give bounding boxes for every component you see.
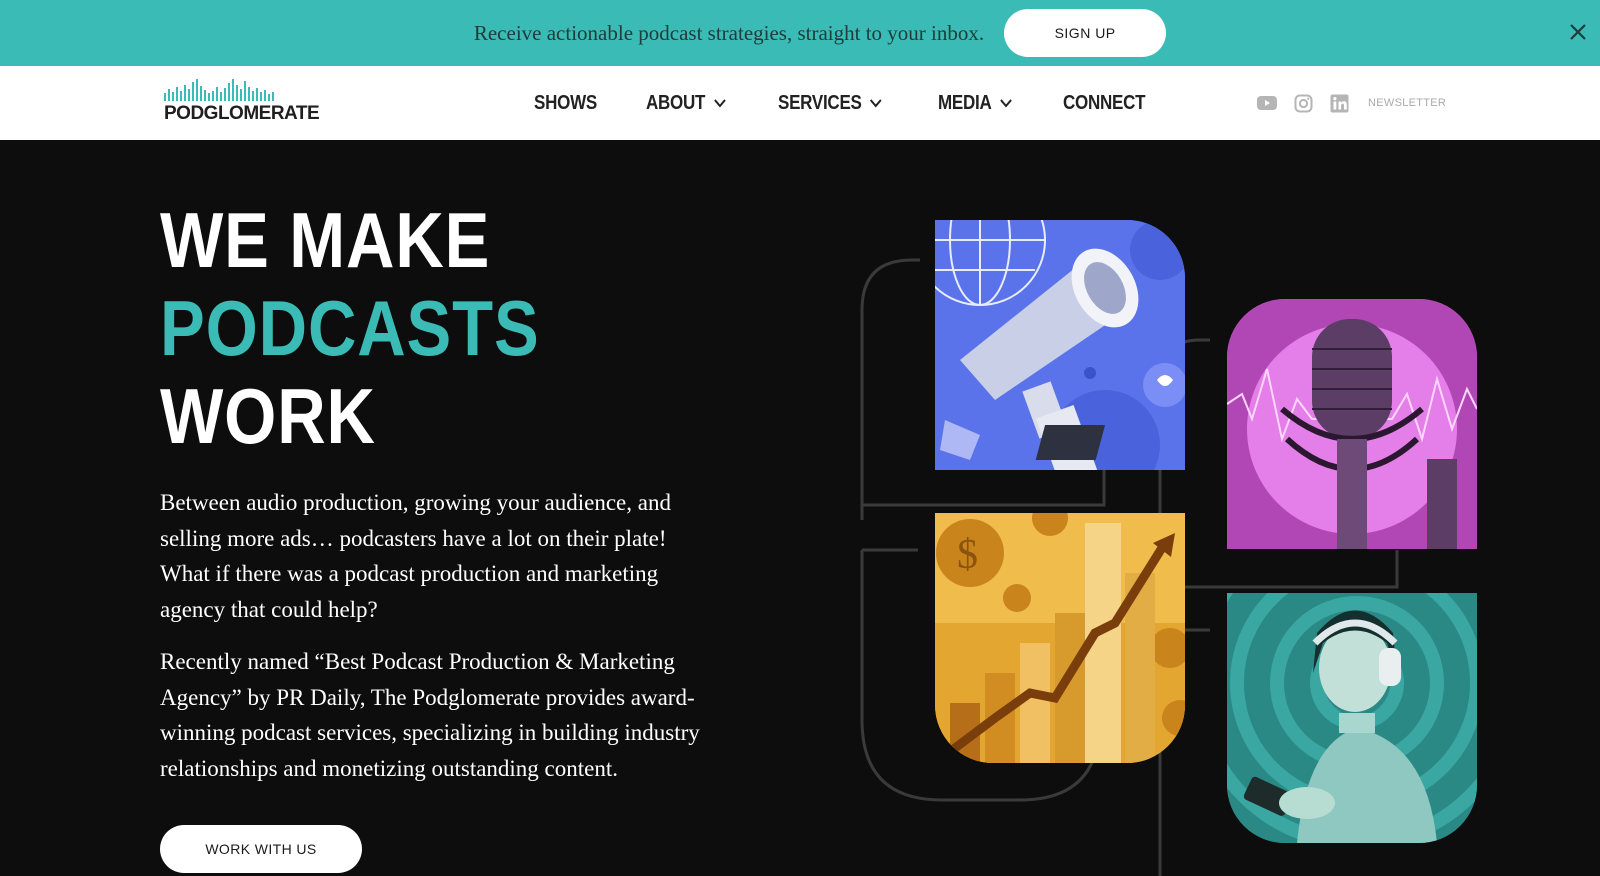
chevron-down-icon	[1000, 98, 1012, 108]
work-with-us-button[interactable]: WORK WITH US	[160, 825, 362, 873]
hero-title-line2: PODCASTS	[160, 284, 540, 372]
newsletter-link[interactable]: NEWSLETTER	[1368, 97, 1446, 109]
hero-title: WE MAKE PODCASTS WORK	[160, 196, 540, 460]
main-nav: SHOWS ABOUT SERVICES MEDIA CONNECT	[534, 66, 1198, 140]
nav-connect[interactable]: CONNECT	[1063, 91, 1146, 115]
close-icon[interactable]	[1566, 20, 1590, 44]
nav-about[interactable]: ABOUT	[646, 92, 726, 115]
linkedin-icon[interactable]	[1328, 92, 1350, 114]
nav-services-label: SERVICES	[777, 91, 862, 114]
site-header: PODGLOMERATE SHOWS ABOUT SERVICES MEDIA …	[0, 66, 1600, 140]
nav-media-label: MEDIA	[938, 91, 992, 114]
hero-title-line1: WE MAKE	[160, 196, 491, 284]
youtube-icon[interactable]	[1256, 92, 1278, 114]
nav-services[interactable]: SERVICES	[778, 92, 882, 115]
megaphone-image	[935, 220, 1185, 470]
hero-collage: $	[860, 200, 1600, 876]
microphone-image	[1227, 299, 1477, 549]
nav-media[interactable]: MEDIA	[938, 92, 1012, 115]
logo-text: PODGLOMERATE	[164, 103, 320, 124]
hero-paragraph-2: Recently named “Best Podcast Production …	[160, 649, 700, 781]
newsletter-banner: Receive actionable podcast strategies, s…	[0, 0, 1600, 66]
social-links: NEWSLETTER	[1256, 92, 1446, 114]
banner-text: Receive actionable podcast strategies, s…	[473, 20, 985, 45]
chevron-down-icon	[869, 98, 882, 108]
sound-wave-icon	[164, 79, 296, 101]
nav-shows[interactable]: SHOWS	[534, 92, 597, 115]
nav-connect-label: CONNECT	[1063, 91, 1146, 114]
chevron-down-icon	[713, 98, 726, 108]
nav-shows-label: SHOWS	[534, 91, 597, 114]
hero-paragraph-1: Between audio production, growing your a…	[160, 490, 671, 622]
sign-up-button[interactable]: SIGN UP	[1004, 9, 1167, 57]
logo[interactable]: PODGLOMERATE	[164, 79, 320, 127]
nav-about-label: ABOUT	[646, 91, 706, 114]
hero-title-line3: WORK	[160, 372, 376, 460]
growth-chart-image: $	[935, 513, 1185, 763]
listener-image	[1227, 593, 1477, 843]
svg-text:$: $	[957, 532, 978, 578]
instagram-icon[interactable]	[1292, 92, 1314, 114]
